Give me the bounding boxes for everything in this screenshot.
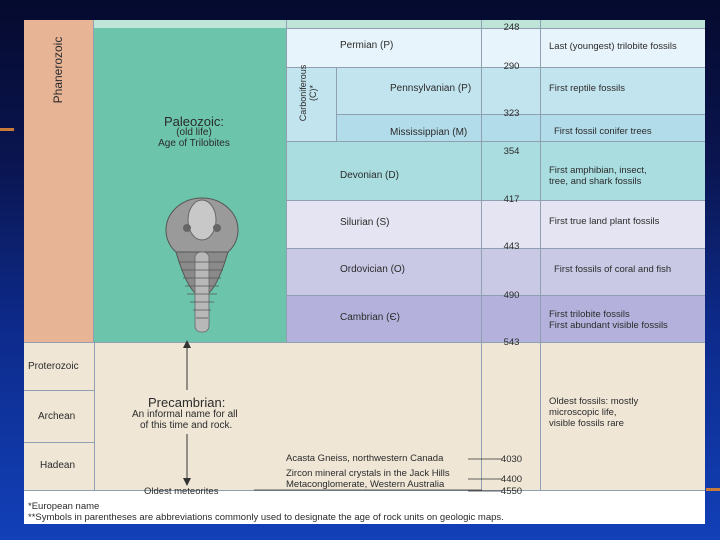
- divider: [286, 20, 287, 342]
- event-cambrian-line1: First trilobite fossils: [549, 309, 630, 320]
- paleozoic-subtitle: (old life): [176, 127, 212, 138]
- time-span-arrow-icon: [183, 340, 191, 486]
- age-label: 417: [503, 194, 520, 205]
- divider: [24, 390, 94, 391]
- archean-label: Archean: [38, 411, 76, 422]
- geologic-time-chart: Phanerozoic Paleozoic: (old life) Age of…: [24, 20, 705, 524]
- age-label: 443: [503, 241, 520, 252]
- hadean-label: Hadean: [40, 460, 76, 471]
- note-acasta-gneiss: Acasta Gneiss, northwestern Canada: [286, 453, 444, 464]
- event-precambrian-line1: Oldest fossils: mostly: [549, 396, 639, 407]
- period-cambrian: Cambrian (Є): [340, 312, 400, 323]
- divider: [336, 67, 337, 141]
- divider: [24, 442, 94, 443]
- meteorite-pointer-line: [254, 489, 482, 491]
- divider: [24, 342, 705, 343]
- event-devonian-line1: First amphibian, insect,: [549, 165, 647, 176]
- age-label: 490: [503, 290, 520, 301]
- footnote-european-name: *European name: [28, 501, 100, 512]
- phanerozoic-label: Phanerozoic: [51, 36, 65, 104]
- event-pennsylvanian: First reptile fossils: [549, 83, 626, 94]
- period-silurian: Silurian (S): [340, 217, 390, 228]
- slide-edge-mark: [0, 128, 14, 131]
- event-devonian-line2: tree, and shark fossils: [549, 176, 642, 187]
- event-mississippian: First fossil conifer trees: [554, 126, 652, 137]
- proterozoic-label: Proterozoic: [28, 361, 79, 372]
- event-ordovician: First fossils of coral and fish: [554, 264, 672, 275]
- trilobite-icon: [165, 197, 239, 333]
- period-mississippian: Mississippian (M): [390, 127, 468, 138]
- period-pennsylvanian: Pennsylvanian (P): [390, 83, 472, 94]
- divider: [286, 141, 705, 142]
- divider: [94, 342, 95, 490]
- event-silurian: First true land plant fossils: [549, 216, 660, 227]
- slide: Phanerozoic Paleozoic: (old life) Age of…: [0, 0, 720, 540]
- footnote-symbols: **Symbols in parentheses are abbreviatio…: [28, 512, 504, 523]
- period-devonian: Devonian (D): [340, 170, 399, 181]
- age-label: 248: [503, 22, 520, 33]
- cenozoic-mesozoic-strip: [94, 20, 705, 28]
- period-ordovician: Ordovician (O): [340, 264, 406, 275]
- event-permian: Last (youngest) trilobite fossils: [549, 41, 677, 52]
- period-permian: Permian (P): [340, 40, 394, 51]
- carboniferous-label: Carboniferous (C)*: [298, 64, 318, 122]
- event-cambrian-line2: First abundant visible fossils: [549, 320, 668, 331]
- event-precambrian-line2: microscopic life,: [549, 407, 617, 418]
- age-label: 354: [503, 146, 520, 157]
- age-label: 543: [503, 337, 520, 348]
- slide-edge-mark: [706, 488, 720, 491]
- age-label: 290: [503, 61, 520, 72]
- event-precambrian-line3: visible fossils rare: [549, 418, 624, 429]
- note-zircon-line1: Zircon mineral crystals in the Jack Hill…: [286, 468, 450, 479]
- age-label: 323: [503, 108, 520, 119]
- divider: [540, 20, 541, 490]
- paleozoic-description: Age of Trilobites: [158, 138, 230, 149]
- note-oldest-meteorites: Oldest meteorites: [144, 486, 219, 497]
